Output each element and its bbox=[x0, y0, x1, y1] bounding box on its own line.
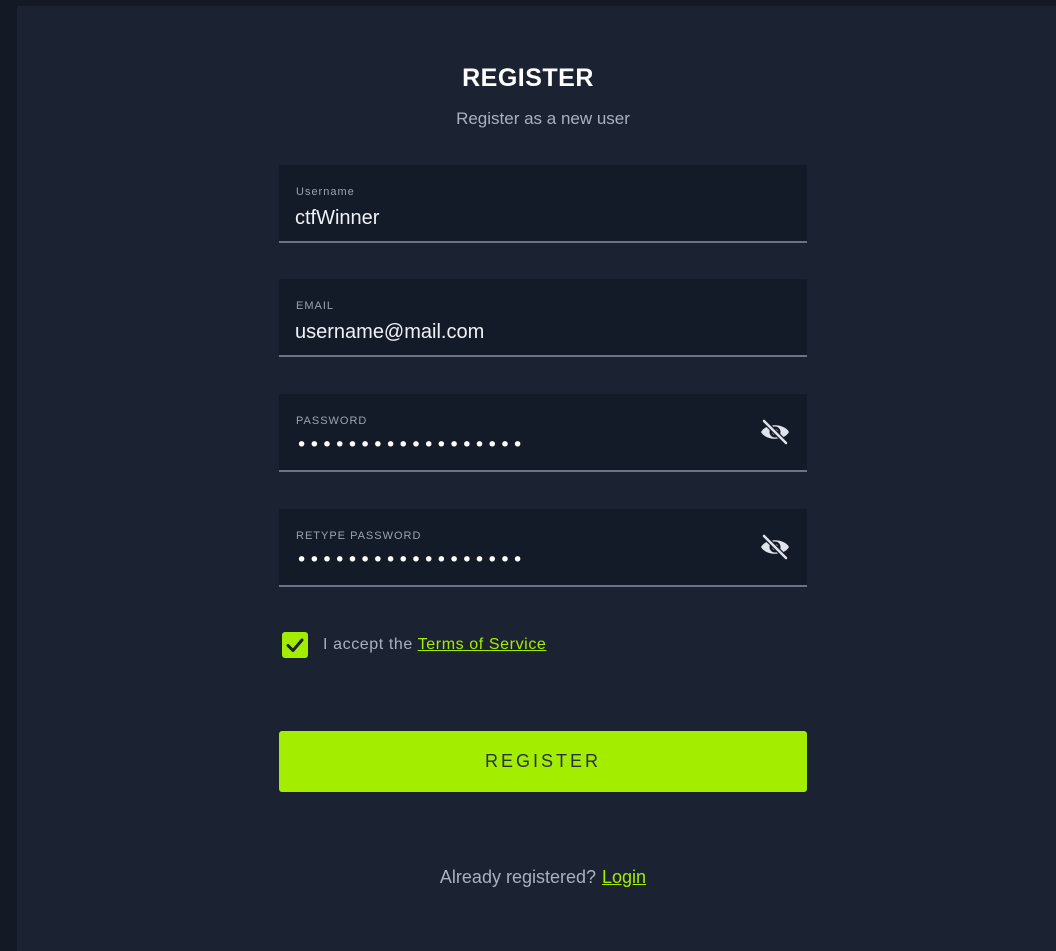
login-link[interactable]: Login bbox=[602, 867, 646, 887]
eye-slash-icon[interactable] bbox=[759, 533, 791, 561]
register-panel bbox=[17, 6, 1056, 951]
username-label: Username bbox=[296, 186, 355, 198]
login-prompt: Already registered? Login bbox=[0, 867, 1056, 888]
email-field[interactable]: EMAIL username@mail.com bbox=[279, 279, 807, 357]
terms-text: I accept the Terms of Service bbox=[323, 636, 546, 654]
email-label: EMAIL bbox=[296, 300, 335, 312]
username-field[interactable]: Username ctfWinner bbox=[279, 165, 807, 243]
terms-of-service-link[interactable]: Terms of Service bbox=[418, 636, 547, 653]
password-value[interactable]: •••••••••••••••••• bbox=[296, 434, 525, 456]
retype-password-field[interactable]: RETYPE PASSWORD •••••••••••••••••• bbox=[279, 509, 807, 587]
password-field[interactable]: PASSWORD •••••••••••••••••• bbox=[279, 394, 807, 472]
retype-password-value[interactable]: •••••••••••••••••• bbox=[296, 549, 525, 571]
terms-checkbox[interactable] bbox=[282, 632, 308, 658]
terms-prefix: I accept the bbox=[323, 636, 413, 653]
page-subtitle: Register as a new user bbox=[456, 109, 630, 128]
already-registered-text: Already registered? bbox=[439, 867, 597, 887]
username-value[interactable]: ctfWinner bbox=[295, 207, 379, 230]
email-value[interactable]: username@mail.com bbox=[295, 321, 484, 344]
eye-slash-icon[interactable] bbox=[759, 418, 791, 446]
retype-password-label: RETYPE PASSWORD bbox=[296, 530, 422, 542]
checkmark-icon bbox=[286, 638, 304, 652]
password-label: PASSWORD bbox=[296, 415, 368, 427]
left-edge bbox=[0, 0, 17, 951]
page-title: REGISTER bbox=[462, 64, 594, 92]
register-button[interactable]: REGISTER bbox=[279, 731, 807, 792]
